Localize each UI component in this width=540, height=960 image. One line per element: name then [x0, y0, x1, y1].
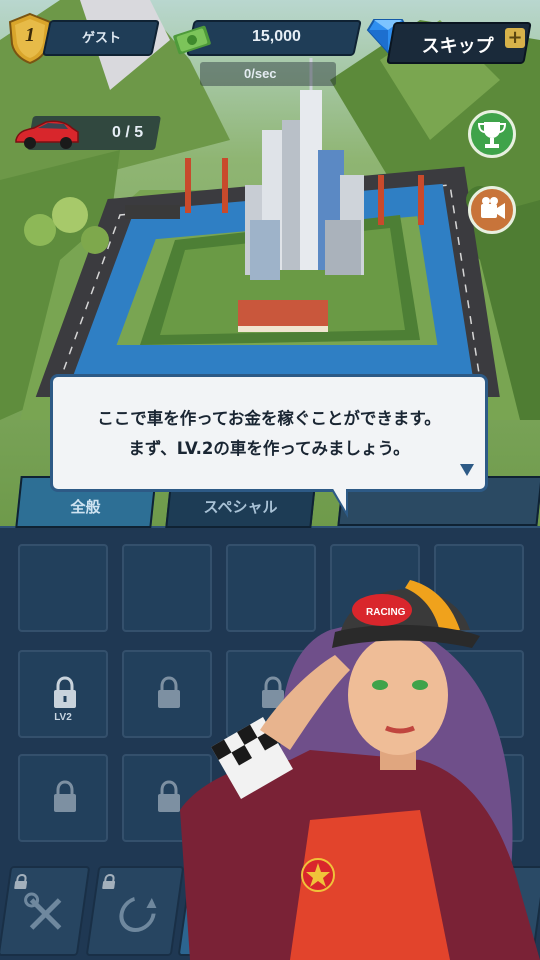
- grid-slot-level-label: LV2: [54, 712, 72, 723]
- car-icon: [15, 120, 79, 149]
- trophy-button[interactable]: [468, 110, 516, 158]
- tutorial-dialog[interactable]: ここで車を作ってお金を稼ぐことができます。 まず、LV.2の車を作ってみましょう…: [50, 374, 488, 492]
- add-gems-icon[interactable]: +: [505, 28, 525, 48]
- garage-count: 0 / 5: [112, 124, 144, 141]
- wrench-screwdriver-icon: [24, 892, 62, 930]
- lock-icon: [102, 874, 116, 889]
- player-name: ゲスト: [82, 30, 122, 45]
- tools-button[interactable]: [0, 866, 91, 956]
- lock-icon: [54, 676, 76, 708]
- guide-character: RACING: [180, 580, 540, 960]
- camera-button[interactable]: [468, 186, 516, 234]
- trophy-icon: [477, 122, 507, 148]
- grid-slot[interactable]: [18, 544, 108, 632]
- refresh-icon: [119, 896, 157, 932]
- camera-icon: [481, 197, 505, 219]
- cash-icon: [173, 25, 211, 55]
- skip-button-label: スキップ: [421, 36, 494, 57]
- currency-amount: 15,000: [252, 28, 301, 45]
- next-arrow-icon: [460, 464, 474, 476]
- tab-general-label: 全般: [70, 498, 101, 516]
- grid-slot-locked-lv2[interactable]: LV2: [18, 650, 108, 738]
- lock-icon: [54, 780, 76, 812]
- dialog-tail-inner: [332, 487, 346, 511]
- grid-slot-locked[interactable]: [18, 754, 108, 842]
- dialog-line-1: ここで車を作ってお金を稼ぐことができます。: [97, 409, 441, 428]
- tab-special-label: スペシャル: [203, 498, 278, 516]
- dialog-line-2: まず、LV.2の車を作ってみましょう。: [128, 439, 410, 458]
- lock-icon: [14, 874, 28, 889]
- income-rate: 0/sec: [244, 66, 277, 81]
- cap-logo-text: RACING: [366, 607, 406, 618]
